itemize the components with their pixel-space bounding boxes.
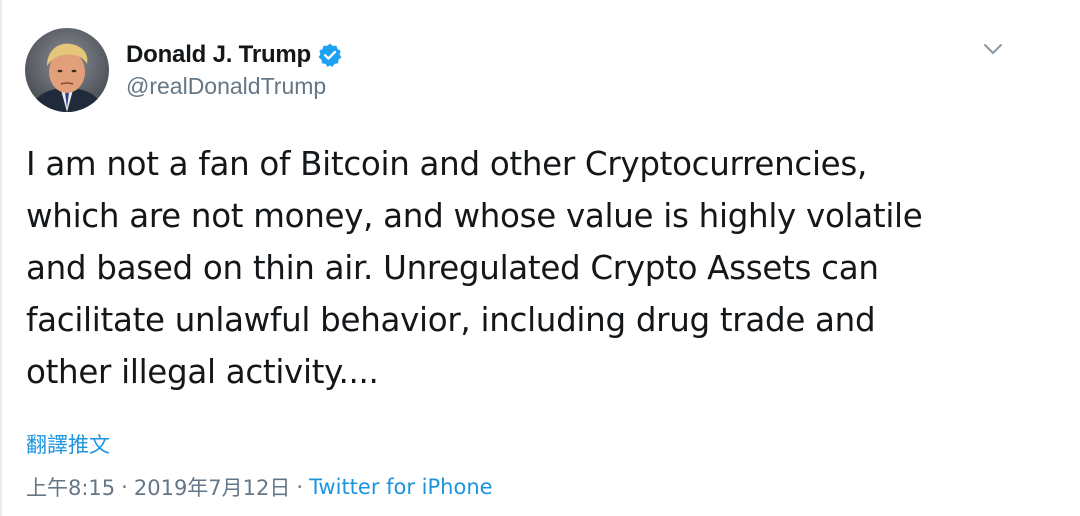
tweet-meta: 上午8:15 · 2019年7月12日 · Twitter for iPhone [26,472,493,502]
card-border [0,0,2,516]
user-handle[interactable]: @realDonaldTrump [126,73,343,100]
tweet-text: I am not a fan of Bitcoin and other Cryp… [26,145,923,391]
meta-separator: · [121,475,128,499]
translate-tweet-link[interactable]: 翻譯推文 [26,429,110,459]
avatar[interactable] [25,28,109,112]
display-name[interactable]: Donald J. Trump [126,41,311,69]
chevron-down-icon[interactable] [981,40,1005,58]
tweet-time[interactable]: 上午8:15 [26,472,115,502]
tweet-source-link[interactable]: Twitter for iPhone [309,475,493,499]
meta-separator: · [296,475,304,499]
verified-badge-icon [317,42,343,68]
name-row: Donald J. Trump [126,38,343,72]
tweet-header: Donald J. Trump @realDonaldTrump [126,38,343,100]
tweet-card: Donald J. Trump @realDonaldTrump I am no… [0,0,1080,516]
avatar-image [25,28,109,112]
tweet-date[interactable]: 2019年7月12日 [134,472,291,502]
